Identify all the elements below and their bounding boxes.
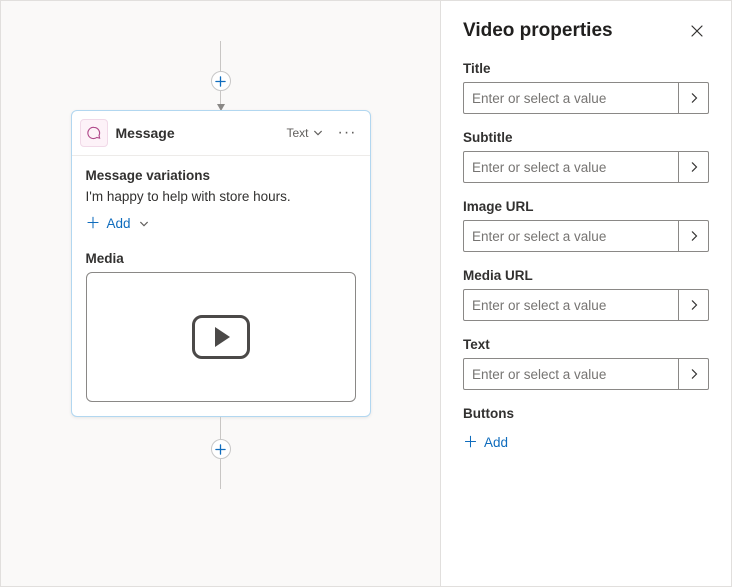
connector-line — [220, 91, 221, 105]
node-body: Message variations I'm happy to help wit… — [72, 156, 370, 416]
field-label: Media URL — [463, 268, 709, 283]
add-node-button-top[interactable] — [211, 71, 231, 91]
subtitle-input-combo[interactable] — [463, 151, 709, 183]
connector-line — [220, 417, 221, 439]
media-heading: Media — [86, 251, 356, 266]
media-preview[interactable] — [86, 272, 356, 402]
field-label: Text — [463, 337, 709, 352]
field-label: Title — [463, 61, 709, 76]
media-url-input-combo[interactable] — [463, 289, 709, 321]
add-node-button-bottom[interactable] — [211, 439, 231, 459]
output-mode-label: Text — [287, 126, 309, 140]
image-url-input-combo[interactable] — [463, 220, 709, 252]
field-label: Image URL — [463, 199, 709, 214]
message-node[interactable]: Message Text ··· Message variations I'm … — [71, 110, 371, 417]
variation-text[interactable]: I'm happy to help with store hours. — [86, 189, 356, 204]
add-button-action[interactable]: ＋ Add — [463, 433, 508, 452]
connector-line — [220, 41, 221, 71]
chevron-right-icon — [690, 162, 698, 172]
chevron-down-icon — [139, 219, 149, 229]
text-picker-button[interactable] — [678, 359, 708, 389]
field-subtitle: Subtitle — [463, 130, 709, 183]
image-url-input[interactable] — [464, 221, 678, 251]
panel-title: Video properties — [463, 20, 613, 42]
media-url-input[interactable] — [464, 290, 678, 320]
field-label: Subtitle — [463, 130, 709, 145]
field-text: Text — [463, 337, 709, 390]
field-media-url: Media URL — [463, 268, 709, 321]
text-input[interactable] — [464, 359, 678, 389]
subtitle-picker-button[interactable] — [678, 152, 708, 182]
node-header: Message Text ··· — [72, 111, 370, 156]
buttons-heading: Buttons — [463, 406, 709, 421]
media-url-picker-button[interactable] — [678, 290, 708, 320]
properties-panel: Video properties Title Subtitle — [441, 1, 731, 586]
variations-heading: Message variations — [86, 168, 356, 183]
video-placeholder-icon — [192, 315, 250, 359]
text-input-combo[interactable] — [463, 358, 709, 390]
title-picker-button[interactable] — [678, 83, 708, 113]
chevron-right-icon — [690, 369, 698, 379]
node-title: Message — [116, 125, 275, 141]
node-more-button[interactable]: ··· — [335, 123, 360, 143]
authoring-canvas[interactable]: Message Text ··· Message variations I'm … — [1, 1, 441, 586]
title-input[interactable] — [464, 83, 678, 113]
add-button-label: Add — [484, 435, 508, 450]
chat-icon — [80, 119, 108, 147]
add-variation-label: Add — [107, 216, 131, 231]
close-icon — [690, 24, 704, 38]
plus-icon — [215, 444, 226, 455]
play-icon — [215, 327, 230, 347]
output-mode-dropdown[interactable]: Text — [283, 124, 327, 142]
add-variation-button[interactable]: ＋ Add — [86, 214, 149, 233]
connector-line — [220, 459, 221, 489]
plus-icon: ＋ — [86, 216, 101, 231]
field-title: Title — [463, 61, 709, 114]
field-buttons: Buttons ＋ Add — [463, 406, 709, 452]
plus-icon — [215, 76, 226, 87]
plus-icon: ＋ — [463, 435, 478, 450]
close-panel-button[interactable] — [685, 19, 709, 43]
image-url-picker-button[interactable] — [678, 221, 708, 251]
subtitle-input[interactable] — [464, 152, 678, 182]
chevron-right-icon — [690, 300, 698, 310]
ellipsis-icon: ··· — [338, 124, 357, 141]
title-input-combo[interactable] — [463, 82, 709, 114]
chevron-right-icon — [690, 231, 698, 241]
field-image-url: Image URL — [463, 199, 709, 252]
chevron-down-icon — [313, 128, 323, 138]
chevron-right-icon — [690, 93, 698, 103]
